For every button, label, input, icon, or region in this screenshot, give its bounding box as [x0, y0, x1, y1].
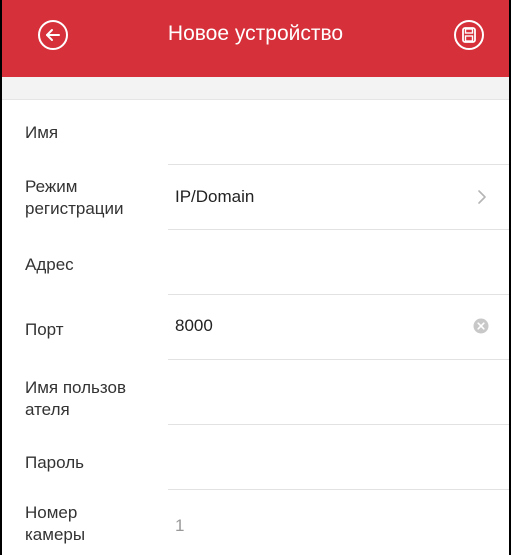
username-label: Имя пользов ателя — [25, 378, 126, 419]
address-label: Адрес — [25, 255, 74, 274]
camera-number-label: Номер камеры — [25, 503, 86, 544]
registration-mode-value: IP/Domain — [175, 187, 255, 206]
clear-icon[interactable] — [473, 318, 489, 334]
password-row[interactable]: Пароль — [2, 425, 509, 490]
header-spacer — [2, 77, 509, 100]
port-label: Порт — [25, 320, 64, 339]
camera-number-row[interactable]: Номер камеры 1 — [2, 490, 509, 555]
registration-mode-label: Режим регистрации — [25, 177, 124, 218]
password-label: Пароль — [25, 453, 84, 472]
registration-mode-row[interactable]: Режим регистрации IP/Domain — [2, 165, 509, 230]
app-screen: Новое устройство Имя Режим регистрации I… — [0, 0, 511, 555]
save-icon — [462, 27, 476, 43]
port-input[interactable]: 8000 — [175, 316, 213, 336]
camera-number-value[interactable]: 1 — [175, 516, 184, 536]
address-row[interactable]: Адрес — [2, 230, 509, 295]
page-title: Новое устройство — [167, 22, 344, 45]
chevron-right-icon — [478, 190, 486, 204]
username-row[interactable]: Имя пользов ателя — [2, 360, 509, 425]
name-label: Имя — [25, 123, 59, 142]
name-row[interactable]: Имя — [2, 100, 509, 165]
header-bar: Новое устройство — [2, 0, 509, 77]
port-row[interactable]: Порт 8000 — [2, 295, 509, 360]
save-button[interactable] — [454, 20, 484, 50]
